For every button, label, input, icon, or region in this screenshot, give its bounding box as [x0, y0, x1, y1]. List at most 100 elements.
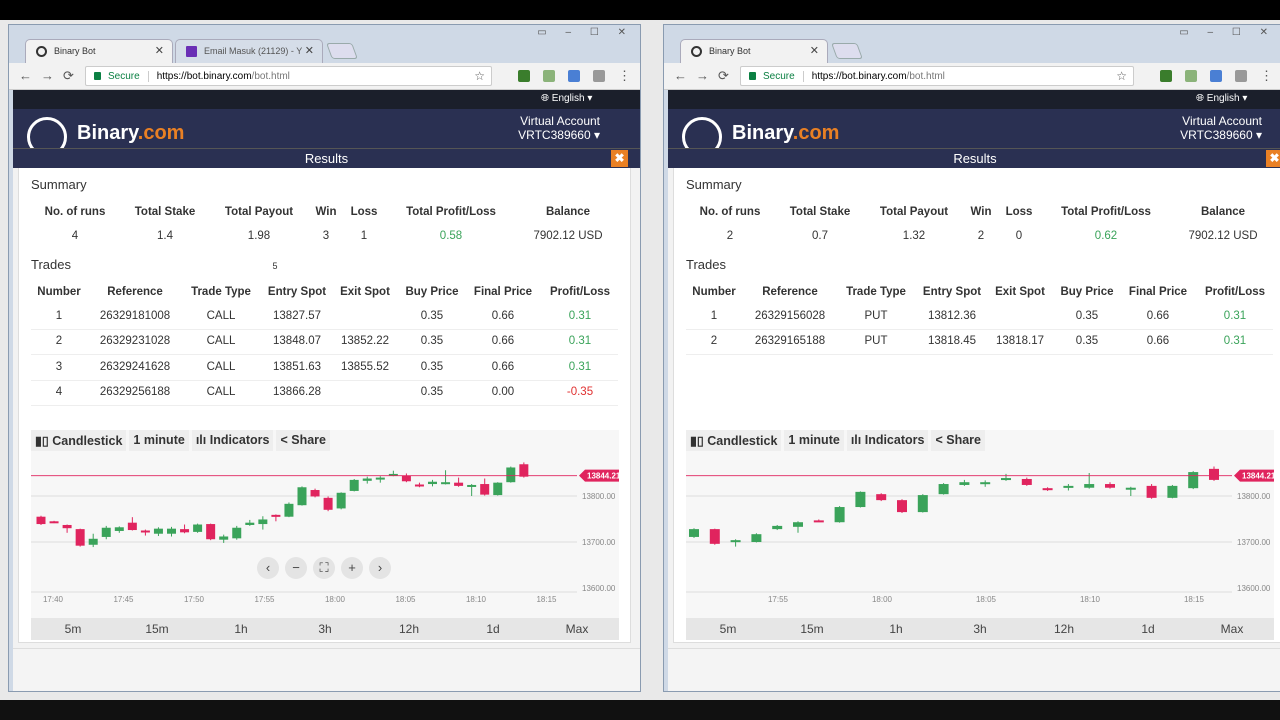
candle-down: [49, 521, 59, 524]
secure-label: Secure: [763, 71, 804, 82]
language-selector[interactable]: 🌐︎ English ▾: [541, 93, 592, 104]
extension-icon[interactable]: [593, 70, 605, 82]
range-button-1h[interactable]: 1h: [854, 618, 938, 640]
candle-down: [709, 529, 720, 544]
range-button-1d[interactable]: 1d: [1106, 618, 1190, 640]
extension-icon[interactable]: [568, 70, 580, 82]
trade-cell: 1: [710, 310, 718, 322]
logo[interactable]: Binary.com: [732, 122, 839, 145]
candle-up: [336, 492, 346, 509]
window-controls[interactable]: ▭ – ☐ ✕: [1179, 27, 1276, 38]
menu-icon[interactable]: ⋮: [618, 68, 631, 84]
range-button-12h[interactable]: 12h: [367, 618, 451, 640]
window-controls[interactable]: ▭ – ☐ ✕: [537, 27, 634, 38]
extension-icon[interactable]: [518, 70, 530, 82]
close-dialog-button[interactable]: ✖: [1266, 150, 1280, 167]
lock-icon: [749, 72, 756, 80]
zoom-in-icon[interactable]: +: [341, 557, 363, 579]
row-divider: [31, 404, 618, 406]
trades-header: Entry Spot: [267, 286, 327, 298]
range-button-Max[interactable]: Max: [535, 618, 619, 640]
tab-title: Binary Bot: [709, 46, 751, 56]
chevron-down-icon: ▾: [1252, 128, 1262, 142]
trade-cell: 13812.36: [928, 310, 976, 322]
candle-up: [1167, 485, 1178, 498]
candlestick-plot[interactable]: 13800.00 13700.00 13600.00 13844.21 17:40 17:…: [31, 430, 619, 640]
account-selector[interactable]: Virtual Account VRTC389660 ▾: [518, 114, 600, 142]
candle-up: [938, 484, 949, 495]
range-button-1h[interactable]: 1h: [199, 618, 283, 640]
extension-icon[interactable]: [1210, 70, 1222, 82]
trades-count: 5: [272, 261, 278, 271]
summary-header: Total Payout: [224, 206, 294, 218]
pan-left-icon[interactable]: ‹: [257, 557, 279, 579]
reset-zoom-icon[interactable]: ⛶: [313, 557, 335, 579]
x-tick-label: 18:10: [466, 595, 487, 604]
candle-up: [1063, 485, 1074, 488]
candle-up: [917, 495, 928, 513]
trade-cell: CALL: [206, 385, 236, 398]
tab-close-icon[interactable]: ✕: [155, 44, 164, 57]
close-dialog-button[interactable]: ✖: [611, 150, 628, 167]
back-icon[interactable]: ←: [19, 68, 32, 83]
account-selector[interactable]: Virtual Account VRTC389660 ▾: [1180, 114, 1262, 142]
footer-area: [13, 648, 640, 691]
tab-title: Email Masuk (21129) - Y: [204, 46, 303, 56]
reload-icon[interactable]: ⟳: [718, 68, 729, 84]
candle-up: [114, 527, 124, 531]
trade-cell: 13852.22: [341, 335, 389, 348]
extension-icon[interactable]: [1235, 70, 1247, 82]
address-bar[interactable]: Secure https://bot.binary.com/bot.html ☆: [85, 66, 492, 86]
forward-icon[interactable]: →: [696, 68, 709, 83]
extension-icon[interactable]: [1185, 70, 1197, 82]
back-icon[interactable]: ←: [674, 68, 687, 83]
range-button-5m[interactable]: 5m: [686, 618, 770, 640]
results-panel: Summary No. of runs Total Stake Total Payou…: [673, 168, 1280, 643]
new-tab-button[interactable]: [831, 43, 863, 59]
range-button-15m[interactable]: 15m: [115, 618, 199, 640]
tab-close-icon[interactable]: ✕: [305, 44, 314, 57]
trades-header: Final Price: [1128, 286, 1188, 298]
range-button-1d[interactable]: 1d: [451, 618, 535, 640]
summary-header: Win: [315, 206, 337, 218]
candlestick-plot[interactable]: 13800.00 13700.00 13600.00 13844.21 17:55 18:…: [686, 430, 1274, 640]
browser-tab[interactable]: Binary Bot ✕: [680, 39, 828, 63]
top-bar: 🌐︎ English ▾: [668, 90, 1280, 109]
range-button-12h[interactable]: 12h: [1022, 618, 1106, 640]
summary-header: Total Payout: [879, 206, 949, 218]
language-selector[interactable]: 🌐︎ English ▾: [1196, 93, 1247, 104]
browser-tab[interactable]: Binary Bot ✕: [25, 39, 173, 63]
candle-down: [414, 484, 424, 487]
trades-header: Profit/Loss: [1204, 286, 1266, 298]
zoom-out-icon[interactable]: −: [285, 557, 307, 579]
extension-icon[interactable]: [543, 70, 555, 82]
bookmark-star-icon[interactable]: ☆: [1116, 69, 1127, 83]
browser-tab[interactable]: Email Masuk (21129) - Y ✕: [175, 39, 323, 63]
range-button-3h[interactable]: 3h: [283, 618, 367, 640]
tab-close-icon[interactable]: ✕: [810, 44, 819, 57]
new-tab-button[interactable]: [326, 43, 358, 59]
menu-icon[interactable]: ⋮: [1260, 68, 1273, 84]
logo[interactable]: Binary.com: [77, 122, 184, 145]
reload-icon[interactable]: ⟳: [63, 68, 74, 84]
candle-up: [441, 482, 451, 485]
summary-value: 1.32: [902, 230, 926, 242]
bookmark-star-icon[interactable]: ☆: [474, 69, 485, 83]
x-tick-label: 18:15: [536, 595, 557, 604]
range-button-3h[interactable]: 3h: [938, 618, 1022, 640]
trade-cell: 0.66: [491, 360, 515, 373]
price-chart: ▮▯ Candlestick 1 minute ılı Indicators < Sh…: [31, 430, 619, 640]
address-bar[interactable]: Secure https://bot.binary.com/bot.html ☆: [740, 66, 1134, 86]
trade-cell: 0.35: [420, 310, 444, 322]
extension-icon[interactable]: [1160, 70, 1172, 82]
range-button-15m[interactable]: 15m: [770, 618, 854, 640]
pan-right-icon[interactable]: ›: [369, 557, 391, 579]
forward-icon[interactable]: →: [41, 68, 54, 83]
range-button-Max[interactable]: Max: [1190, 618, 1274, 640]
range-button-5m[interactable]: 5m: [31, 618, 115, 640]
lock-icon: [94, 72, 101, 80]
language-label: English: [1206, 93, 1240, 104]
results-title: Results: [953, 151, 997, 166]
candle-up: [258, 519, 268, 525]
candle-down: [897, 500, 907, 513]
